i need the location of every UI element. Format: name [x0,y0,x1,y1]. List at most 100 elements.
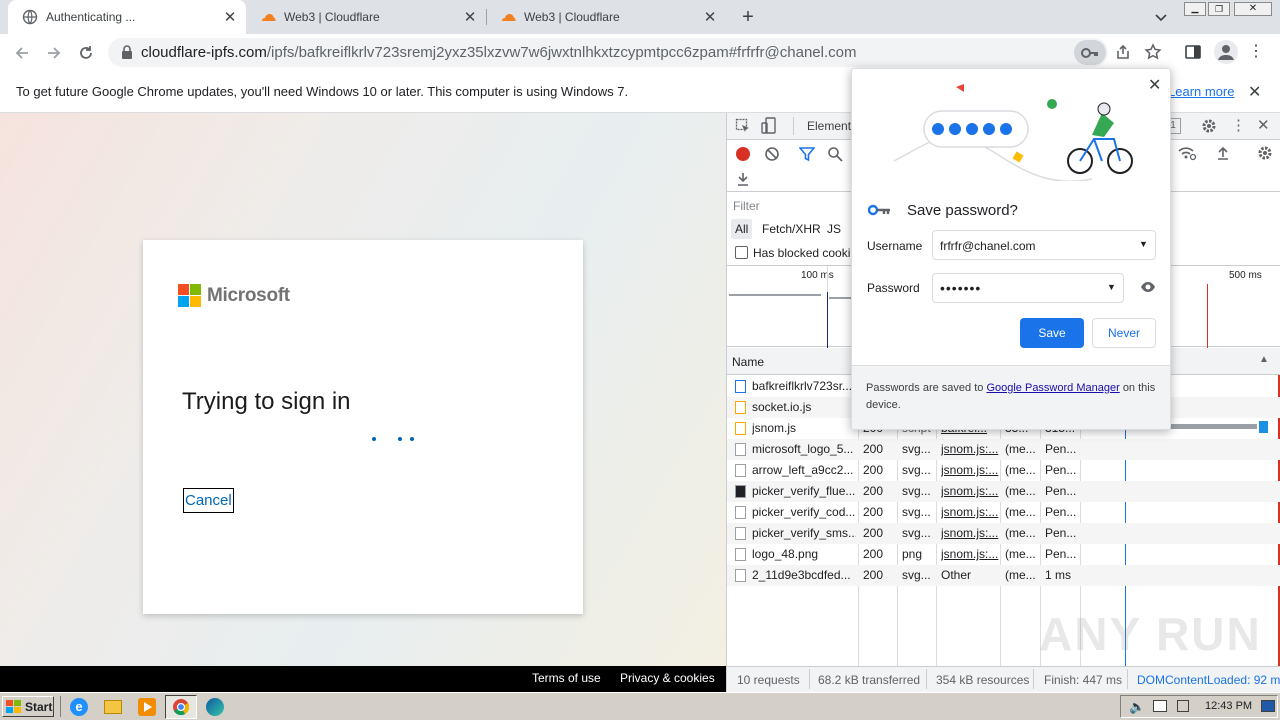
network-status-bar: 10 requests 68.2 kB transferred 354 kB r… [727,666,1280,692]
sort-arrow-icon[interactable]: ▲ [1259,354,1269,365]
filter-type-js[interactable]: JS [827,222,841,236]
start-button[interactable]: Start [2,696,54,717]
taskbar-chrome-button[interactable] [165,695,197,719]
volume-icon[interactable]: 🔈 [1129,699,1145,715]
search-icon[interactable] [827,146,843,162]
save-password-bubble: ✕ Save password? Username frfrfr@chanel.… [851,68,1171,430]
bookmark-star-icon[interactable] [1144,43,1164,63]
settings-gear-icon[interactable] [1201,118,1217,134]
clear-icon[interactable] [764,146,780,162]
file-explorer-icon[interactable] [104,700,122,714]
profile-avatar-icon[interactable] [1214,40,1238,64]
window-close-button[interactable]: ✕ [1234,2,1272,16]
tab-search-icon[interactable] [1152,8,1170,26]
tab-elements[interactable]: Element [807,119,851,133]
request-size: (me... [1005,463,1036,477]
tab-close-icon[interactable]: ✕ [222,9,238,26]
address-bar[interactable]: cloudflare-ipfs.com/ipfs/bafkreiflkrlv72… [108,38,1162,67]
script-file-icon [735,422,746,435]
transferred-size: 68.2 kB transferred [818,673,921,687]
table-row[interactable]: microsoft_logo_5... 200 svg... jsnom.js:...… [727,439,1280,460]
image-file-icon [735,548,746,561]
url-text[interactable]: cloudflare-ipfs.com/ipfs/bafkreiflkrlv72… [141,44,1021,61]
lock-icon[interactable] [120,45,134,60]
network-tray-icon[interactable] [1153,700,1167,712]
filter-type-fetch-xhr[interactable]: Fetch/XHR [762,222,821,236]
request-initiator[interactable]: jsnom.js:... [941,439,999,460]
request-initiator[interactable]: jsnom.js:... [941,544,999,565]
never-button[interactable]: Never [1092,318,1156,348]
has-blocked-checkbox[interactable] [735,246,748,259]
table-row[interactable]: logo_48.png 200 png jsnom.js:... (me... Pen..… [727,544,1280,565]
request-name: logo_48.png [752,547,819,561]
privacy-link[interactable]: Privacy & cookies [620,671,715,685]
edge-icon[interactable] [206,698,224,716]
table-row[interactable]: picker_verify_sms... 200 svg... jsnom.js:..… [727,523,1280,544]
internet-explorer-icon[interactable]: e [70,698,88,716]
tab-close-icon[interactable]: ✕ [462,9,478,26]
menu-kebab-icon[interactable]: ⋮ [1248,43,1264,61]
request-name: microsoft_logo_5... [752,442,854,456]
table-row[interactable]: picker_verify_flue... 200 svg... jsnom.js:.… [727,481,1280,502]
request-initiator[interactable]: jsnom.js:... [941,481,999,502]
dom-content-loaded-marker [827,292,828,348]
record-icon[interactable] [736,147,750,161]
table-row[interactable]: 2_11d9e3bcdfed... 200 svg... Other (me... 1 m… [727,565,1280,586]
password-select[interactable]: ••••••• ▼ [932,273,1124,303]
devtools-close-icon[interactable]: ✕ [1257,116,1270,134]
import-har-icon[interactable] [1215,145,1231,161]
request-name: socket.io.js [752,400,812,414]
tab-authenticating[interactable]: Authenticating ... ✕ [8,0,246,34]
reload-icon[interactable] [74,41,98,65]
request-initiator[interactable]: jsnom.js:... [941,523,999,544]
devtools-menu-icon[interactable]: ⋮ [1231,116,1246,134]
tab-close-icon[interactable]: ✕ [702,9,718,26]
minimize-button[interactable]: ▁ [1184,2,1206,16]
back-arrow-icon[interactable] [10,41,34,65]
inspect-element-icon[interactable] [735,118,751,134]
column-header-name[interactable]: Name [732,355,764,369]
filter-type-all[interactable]: All [731,219,753,239]
popup-close-icon[interactable]: ✕ [1148,75,1161,95]
learn-more-link[interactable]: Learn more [1168,84,1234,99]
request-initiator[interactable]: jsnom.js:... [941,502,999,523]
infobar-close-icon[interactable]: ✕ [1248,82,1261,102]
tab-web3-cloudflare-2[interactable]: Web3 | Cloudflare ✕ [486,0,726,34]
microsoft-logo-icon [178,284,202,308]
device-toolbar-icon[interactable] [761,117,777,135]
forward-arrow-icon[interactable] [42,41,66,65]
media-player-icon[interactable] [138,698,156,716]
terms-link[interactable]: Terms of use [532,671,601,685]
show-desktop-icon[interactable] [1261,700,1275,712]
key-icon[interactable] [1074,40,1106,65]
save-button[interactable]: Save [1020,318,1084,348]
filter-input[interactable]: Filter [733,199,760,213]
download-har-icon[interactable] [735,171,751,187]
filter-funnel-icon[interactable] [798,146,816,162]
tab-title: Web3 | Cloudflare [284,10,380,24]
show-password-eye-icon[interactable] [1140,281,1156,293]
cancel-link[interactable]: Cancel [183,488,234,513]
new-tab-icon[interactable]: + [736,5,760,29]
restore-button[interactable]: ❐ [1208,2,1230,16]
image-file-icon [735,527,746,540]
password-illustration [893,84,1133,181]
password-manager-link[interactable]: Google Password Manager [986,382,1119,394]
page-viewport: Microsoft Trying to sign in Cancel [0,113,726,666]
flag-tray-icon[interactable] [1177,700,1189,712]
request-initiator[interactable]: jsnom.js:... [941,460,999,481]
request-status: 200 [863,463,884,477]
request-name: arrow_left_a9cc2... [752,463,854,477]
table-row[interactable]: picker_verify_cod... 200 svg... jsnom.js:..… [727,502,1280,523]
network-conditions-icon[interactable] [1177,145,1197,161]
table-row[interactable]: arrow_left_a9cc2... 200 svg... jsnom.js:...… [727,460,1280,481]
network-settings-icon[interactable] [1257,145,1273,161]
requests-count: 10 requests [737,673,800,687]
document-file-icon [735,380,746,393]
tab-web3-cloudflare-1[interactable]: Web3 | Cloudflare ✕ [246,0,486,34]
username-select[interactable]: frfrfr@chanel.com ▼ [932,230,1156,260]
share-icon[interactable] [1114,43,1134,63]
password-key-icon [868,204,890,216]
side-panel-icon[interactable] [1184,43,1202,61]
request-initiator[interactable]: Other [941,565,999,586]
